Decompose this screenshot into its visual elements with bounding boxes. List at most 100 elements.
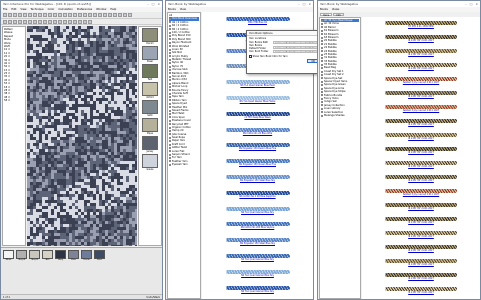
expand-toggle-icon[interactable]: [321, 94, 323, 97]
yarn-caption[interactable]: NS Polyester 150 Steel Blue Sky: [202, 179, 313, 182]
expand-toggle-icon[interactable]: [169, 116, 171, 119]
toolbar-button[interactable]: [118, 13, 122, 17]
toolbar-button[interactable]: [33, 19, 37, 24]
toolbar-button[interactable]: [48, 13, 52, 17]
yarn-caption[interactable]: IR 2.PR YSF 2.011 2027: [362, 137, 480, 140]
menu-item[interactable]: Views: [332, 8, 340, 11]
expand-toggle-icon[interactable]: [169, 82, 171, 85]
yarn-book-tree-item[interactable]: Eyelash Yarn: [169, 163, 199, 166]
yarn-caption[interactable]: twisted 3 ply nue red 2.011 1027: [362, 81, 480, 84]
expand-toggle-icon[interactable]: [169, 62, 171, 65]
yarn-entry[interactable]: NS TLA Quad Glacier Blue Heat: [202, 75, 313, 91]
expand-toggle-icon[interactable]: [321, 40, 323, 43]
toolbar-button[interactable]: [23, 19, 27, 24]
yarn-caption[interactable]: NS Polyester 150 Ocean Blue Fine: [202, 163, 313, 166]
expand-toggle-icon[interactable]: [169, 146, 171, 149]
yarn-entry[interactable]: IR 2.PR YSF 2.011 2027: [362, 45, 480, 59]
yarn-caption[interactable]: IR 2.PR YSF 2.011 2027: [362, 165, 480, 168]
yarn-entry[interactable]: twisted 3 ply nue red 2.011 1027: [362, 101, 480, 115]
expand-toggle-icon[interactable]: [169, 102, 171, 105]
fabric-thumbnail[interactable]: [142, 100, 158, 114]
expand-toggle-icon[interactable]: [169, 113, 171, 116]
yarn-entry[interactable]: IR 2.PR YSF 2.011 2027: [362, 255, 480, 269]
show-intro-checkbox[interactable]: [249, 54, 252, 58]
toolbar-button[interactable]: [83, 13, 87, 17]
expand-toggle-icon[interactable]: [321, 23, 323, 26]
expand-toggle-icon[interactable]: [169, 28, 171, 31]
yarn-caption[interactable]: NS TLA Quad Glacier Blue Sky: [202, 211, 313, 214]
toolbar-button[interactable]: [88, 13, 92, 17]
expand-toggle-icon[interactable]: [169, 119, 171, 122]
expand-toggle-icon[interactable]: [169, 157, 171, 160]
menu-item[interactable]: Help: [110, 8, 116, 11]
toolbar-button[interactable]: [83, 19, 87, 24]
expand-toggle-icon[interactable]: [169, 35, 171, 38]
yarn-entry[interactable]: NS Polyester 150 Ocean Blue Fine: [202, 154, 313, 170]
expand-toggle-icon[interactable]: [321, 114, 323, 117]
tab[interactable]: Yarns: [320, 13, 333, 17]
expand-toggle-icon[interactable]: [169, 75, 171, 78]
menu-item[interactable]: Window: [96, 8, 106, 11]
toolbar-button[interactable]: [3, 13, 7, 17]
expand-toggle-icon[interactable]: [169, 24, 171, 27]
expand-toggle-icon[interactable]: [169, 123, 171, 126]
expand-toggle-icon[interactable]: [321, 90, 323, 93]
toolbar-button[interactable]: [113, 13, 117, 17]
toolbar-button[interactable]: [63, 19, 67, 24]
yarn-entry[interactable]: TO STR 2.41 1500 MMC: [362, 17, 480, 31]
expand-toggle-icon[interactable]: [169, 96, 171, 99]
expand-toggle-icon[interactable]: [169, 38, 171, 41]
menu-item[interactable]: Color: [48, 8, 55, 11]
expand-toggle-icon[interactable]: [321, 26, 323, 29]
expand-toggle-icon[interactable]: [169, 55, 171, 58]
color-swatch[interactable]: White: [3, 250, 14, 261]
yarn-entry[interactable]: NS Cotton No 200 Blue Skyline: [202, 217, 313, 233]
color-swatch[interactable]: Grey A: [16, 250, 27, 261]
toolbar-button[interactable]: [23, 13, 27, 17]
expand-toggle-icon[interactable]: [321, 50, 323, 53]
close-icon[interactable]: ×: [308, 2, 311, 6]
expand-toggle-icon[interactable]: [169, 85, 171, 88]
expand-toggle-icon[interactable]: [169, 58, 171, 61]
toolbar-button[interactable]: [58, 19, 62, 24]
yarn-entry[interactable]: IR 2.PR YSF 2.011 2027: [362, 59, 480, 73]
toolbar-button[interactable]: [43, 19, 47, 24]
toolbar-button[interactable]: [103, 13, 107, 17]
fabric-thumbnail[interactable]: [142, 64, 158, 78]
expand-toggle-icon[interactable]: [321, 73, 323, 76]
minimize-icon[interactable]: –: [298, 2, 300, 6]
yarn-entry[interactable]: NS TLA Quad Glacier Blue Sky: [202, 202, 313, 218]
yarn-caption[interactable]: twisted 3 ply nue red 2.011 1027: [362, 109, 480, 112]
expand-toggle-icon[interactable]: [321, 77, 323, 80]
expand-toggle-icon[interactable]: [169, 21, 171, 24]
yarn-entry[interactable]: NS TLA Quad Glacier Blue Flame: [202, 91, 313, 107]
yarn-entry[interactable]: IR 2.PR YSF 2.011 2027: [362, 199, 480, 213]
yarn-entry[interactable]: IR 2.PR YSF 2.011 2027: [362, 115, 480, 129]
yarn-entry[interactable]: twisted 3 ply nue red 2.011 1027: [362, 185, 480, 199]
toolbar-button[interactable]: [88, 19, 92, 24]
yarn-entry[interactable]: IR 2.PR YSF 2.011 2027: [362, 241, 480, 255]
yarn-entry[interactable]: IR 2.PR YSF 2.011 2027: [362, 157, 480, 171]
toolbar-button[interactable]: [13, 13, 17, 17]
toolbar-button[interactable]: [8, 13, 12, 17]
expand-toggle-icon[interactable]: [321, 87, 323, 90]
expand-toggle-icon[interactable]: [321, 56, 323, 59]
expand-toggle-icon[interactable]: [169, 45, 171, 48]
close-icon[interactable]: ×: [475, 2, 478, 6]
yarn-caption[interactable]: IR 2.PR YSF 2.011 2027: [362, 123, 480, 126]
toolbar-button[interactable]: [13, 19, 17, 24]
toolbar-button[interactable]: [63, 13, 67, 17]
menu-item[interactable]: File: [3, 8, 7, 11]
yarn-entry[interactable]: IR 2.PR YSF 2.011 2027: [362, 31, 480, 45]
expand-toggle-icon[interactable]: [321, 70, 323, 73]
toolbar-button[interactable]: [18, 13, 22, 17]
toolbar-button[interactable]: [3, 19, 7, 24]
yarn-caption[interactable]: IR 2.PR YSF 2.011 2027: [362, 207, 480, 210]
maximize-icon[interactable]: □: [470, 2, 473, 6]
expand-toggle-icon[interactable]: [169, 99, 171, 102]
expand-toggle-icon[interactable]: [169, 153, 171, 156]
yarn-caption[interactable]: NS TLA Quad Glacier Blue Flame: [202, 100, 313, 103]
toolbar-button[interactable]: [73, 19, 77, 24]
yarn-entry[interactable]: NS Cotton No 24 Blue Wire: [202, 123, 313, 139]
color-swatch[interactable]: Steel: [94, 250, 105, 261]
